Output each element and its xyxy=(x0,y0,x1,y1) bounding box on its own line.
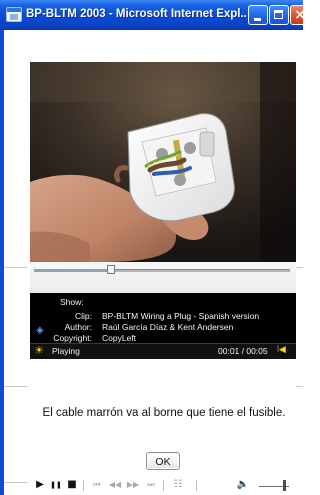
menu-icon: ☷ xyxy=(173,479,183,490)
stop-button[interactable]: ■ xyxy=(66,478,78,492)
minimize-icon xyxy=(254,18,261,21)
playback-state: Playing xyxy=(52,346,80,356)
volume-slider-thumb[interactable] xyxy=(282,480,286,491)
toolbar-separator xyxy=(196,480,197,491)
mute-button[interactable]: 🔈 xyxy=(235,478,251,492)
minimize-button[interactable] xyxy=(248,5,268,25)
clip-label: Clip: xyxy=(74,311,92,321)
ok-button[interactable]: OK xyxy=(146,452,180,470)
close-icon: × xyxy=(294,7,303,23)
play-icon: ▶ xyxy=(36,479,44,490)
background-divider xyxy=(296,386,303,387)
show-label: Show: xyxy=(60,297,84,307)
internet-explorer-window-icon[interactable] xyxy=(6,7,22,22)
sun-icon: ☀ xyxy=(34,344,44,357)
clip-value: BP-BLTM Wiring a Plug - Spanish version xyxy=(102,311,260,321)
stop-icon: ■ xyxy=(67,479,77,490)
seek-slider-thumb[interactable] xyxy=(106,265,115,274)
seek-bar-progress xyxy=(34,269,111,272)
background-divider xyxy=(4,386,28,387)
rewind-icon: ◀◀ xyxy=(108,480,122,489)
copyright-value: CopyLeft xyxy=(102,333,137,343)
signal-icon: ⦚◀ xyxy=(277,345,286,355)
player-toolbar: ▶ ❚❚ ■ ⏮ ◀◀ ▶▶ ⏭ ☷ 🔈 xyxy=(30,262,296,491)
pause-icon: ❚❚ xyxy=(50,481,62,489)
video-image xyxy=(30,62,296,262)
playback-time: 00:01 / 00:05 xyxy=(218,346,268,356)
fast-forward-button[interactable]: ▶▶ xyxy=(126,478,140,492)
previous-icon: ⏮ xyxy=(93,480,101,489)
window-frame-left xyxy=(0,30,4,495)
fast-forward-icon: ▶▶ xyxy=(126,480,140,489)
background-divider xyxy=(4,482,28,483)
rewind-button[interactable]: ◀◀ xyxy=(108,478,122,492)
next-button[interactable]: ⏭ xyxy=(144,478,158,492)
previous-button[interactable]: ⏮ xyxy=(90,478,104,492)
toolbar-separator xyxy=(83,480,84,491)
clip-info-panel: Show: Clip: BP-BLTM Wiring a Plug - Span… xyxy=(30,294,296,343)
author-value: Raúl García Díaz & Kent Andersen xyxy=(102,322,234,332)
volume-icon: 🔈 xyxy=(236,479,250,490)
clip-info-button[interactable]: ☷ xyxy=(171,478,185,492)
player-status-bar: ☀ Playing 00:01 / 00:05 ⦚◀ xyxy=(30,343,296,359)
title-bar[interactable]: BP-BLTM 2003 - Microsoft Internet Expl..… xyxy=(0,0,303,30)
pause-button[interactable]: ❚❚ xyxy=(50,478,62,492)
background-divider xyxy=(4,267,28,268)
transport-controls: ▶ ❚❚ ■ ⏮ ◀◀ ▶▶ ⏭ ☷ 🔈 xyxy=(30,478,296,493)
browser-popup-window: BP-BLTM 2003 - Microsoft Internet Expl..… xyxy=(0,0,303,495)
play-button[interactable]: ▶ xyxy=(34,478,46,492)
maximize-button[interactable] xyxy=(269,5,289,25)
close-button[interactable]: × xyxy=(290,5,303,25)
media-player: ▶ ❚❚ ■ ⏮ ◀◀ ▶▶ ⏭ ☷ 🔈 Show: Clip: BP-BLTM… xyxy=(30,62,296,491)
maximize-icon xyxy=(274,10,283,19)
background-divider xyxy=(296,267,303,268)
next-icon: ⏭ xyxy=(147,480,155,489)
dialog-message: El cable marrón va al borne que tiene el… xyxy=(42,407,286,419)
video-frame[interactable] xyxy=(30,62,296,262)
toolbar-separator xyxy=(163,480,164,491)
realplayer-logo-icon: ◈ xyxy=(36,325,44,336)
window-title: BP-BLTM 2003 - Microsoft Internet Expl..… xyxy=(26,8,246,20)
